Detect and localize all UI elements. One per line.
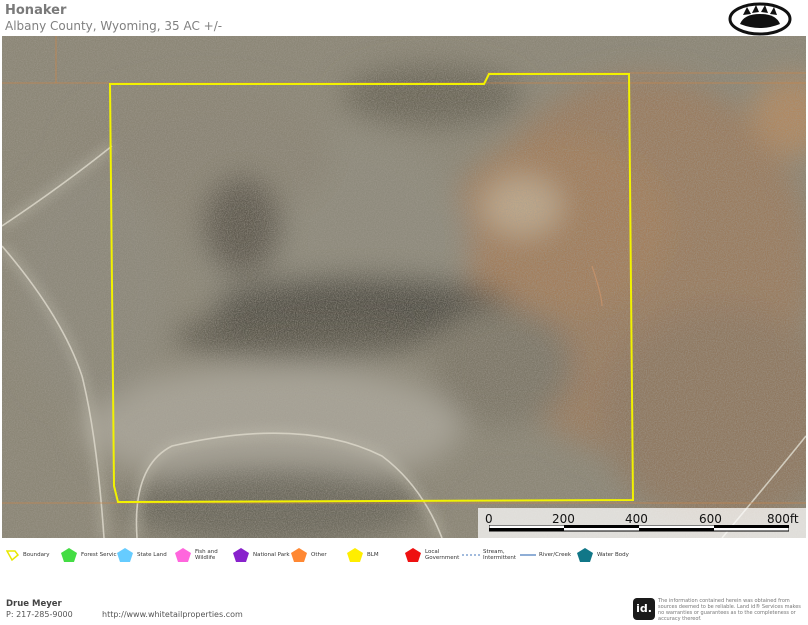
map-title: Honaker (5, 3, 67, 18)
scale-bar-graphic (489, 525, 789, 532)
map-header: Honaker Albany County, Wyoming, 35 AC +/… (0, 0, 808, 36)
map-subtitle: Albany County, Wyoming, 35 AC +/- (5, 19, 223, 33)
legend-item-boundary: Boundary (6, 544, 50, 566)
legend-label: Boundary (23, 552, 50, 558)
river-line-icon (520, 554, 536, 556)
boundary-outline-icon (6, 550, 20, 561)
legend-item-state-land: State Land (116, 544, 167, 566)
legend-label: Other (311, 552, 327, 558)
scale-label-600: 600 (699, 512, 722, 526)
state-land-swatch-icon (117, 548, 133, 562)
legend-item-water-body: Water Body (576, 544, 629, 566)
national-park-swatch-icon (233, 548, 249, 562)
water-body-swatch-icon (577, 548, 593, 562)
bear-paw-logo-icon (728, 2, 792, 36)
legend-item-national-park: National Park (232, 544, 290, 566)
legend-item-stream-intermittent: Stream, Intermittent (462, 544, 517, 566)
stream-dashed-line-icon (462, 554, 480, 556)
agent-phone[interactable]: P: 217-285-9000 (6, 610, 73, 619)
scale-bar: 0 200 400 600 800ft (478, 508, 806, 538)
map-legend: Boundary Forest Servic State Land Fish a… (0, 544, 808, 568)
other-swatch-icon (291, 548, 307, 562)
legend-item-forest-service: Forest Servic (60, 544, 117, 566)
legend-item-other: Other (290, 544, 327, 566)
legend-label: State Land (137, 552, 167, 558)
local-government-swatch-icon (405, 548, 421, 562)
legend-label: Forest Servic (81, 552, 117, 558)
legend-item-blm: BLM (346, 544, 379, 566)
scale-label-400: 400 (625, 512, 648, 526)
legend-item-local-government: Local Government (404, 544, 459, 566)
website-link[interactable]: http://www.whitetailproperties.com (102, 610, 243, 619)
disclaimer-text: The information contained herein was obt… (658, 598, 801, 622)
legend-item-river-creek: River/Creek (520, 544, 571, 566)
legend-label: Stream, Intermittent (483, 549, 517, 561)
legend-label: Local Government (425, 549, 460, 561)
scale-label-0: 0 (485, 512, 493, 526)
legend-label: River/Creek (539, 552, 572, 558)
aerial-map[interactable] (2, 36, 806, 538)
legend-label: BLM (367, 552, 379, 558)
map-footer: Drue Meyer P: 217-285-9000 http://www.wh… (0, 590, 808, 625)
agent-name: Drue Meyer (6, 599, 62, 609)
legend-item-fish-wildlife: Fish and Wildlife (174, 544, 221, 566)
scale-label-800ft: 800ft (767, 512, 799, 526)
scale-label-200: 200 (552, 512, 575, 526)
legend-label: National Park (253, 552, 290, 558)
legend-label: Fish and Wildlife (195, 549, 218, 561)
fish-wildlife-swatch-icon (175, 548, 191, 562)
forest-service-swatch-icon (61, 548, 77, 562)
blm-swatch-icon (347, 548, 363, 562)
land-id-logo-icon: id. (633, 598, 655, 620)
legend-label: Water Body (597, 552, 629, 558)
